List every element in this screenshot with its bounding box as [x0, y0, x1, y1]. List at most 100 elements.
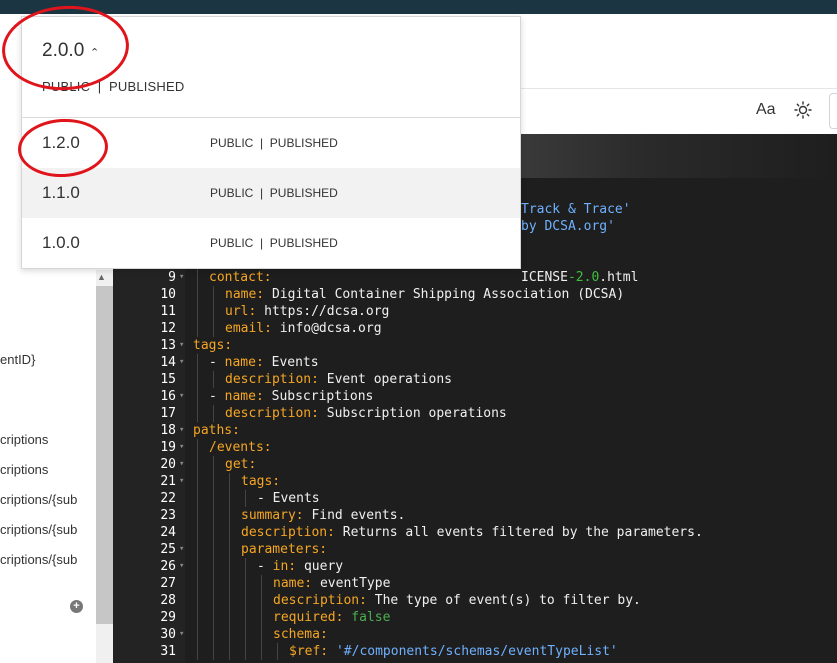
version-option-label: 1.0.0	[42, 233, 80, 252]
version-option-status: PUBLIC | PUBLISHED	[210, 186, 338, 200]
code-line[interactable]: 16 ▾ - name: Subscriptions	[113, 388, 837, 405]
fold-arrow-icon[interactable]: ▾	[179, 558, 184, 575]
nav-item[interactable]: entID}	[0, 352, 96, 367]
indent-guide	[197, 609, 198, 626]
fold-arrow-icon[interactable]: ▾	[179, 456, 184, 473]
indent-guide	[197, 592, 198, 609]
fold-arrow-icon[interactable]: ▾	[179, 541, 184, 558]
editor-header-band	[520, 134, 837, 178]
indent-guide	[213, 592, 214, 609]
code-line[interactable]: 28 description: The type of event(s) to f…	[113, 592, 837, 609]
code-line[interactable]: 10 name: Digital Container Shipping Assoc…	[113, 286, 837, 303]
code-line[interactable]: 31 $ref: '#/components/schemas/eventTypeL…	[113, 643, 837, 660]
indent-guide	[245, 558, 246, 575]
code-line[interactable]: 30 ▾ schema:	[113, 626, 837, 643]
code-line[interactable]: 14 ▾ - name: Events	[113, 354, 837, 371]
indent-guide	[213, 320, 214, 337]
line-number: 11	[160, 304, 176, 319]
indent-guide	[197, 354, 198, 371]
indent-guide	[261, 609, 262, 626]
add-icon[interactable]: +	[70, 600, 83, 613]
line-number: 20	[160, 457, 176, 472]
nav-item[interactable]: criptions/{sub	[0, 492, 96, 507]
version-option[interactable]: 1.0.0 PUBLIC | PUBLISHED	[22, 218, 520, 268]
indent-guide	[261, 626, 262, 643]
code-line[interactable]: 22- Events	[113, 490, 837, 507]
code-line[interactable]: 24 description: Returns all events filter…	[113, 524, 837, 541]
code-line[interactable]: 18 ▾ paths:	[113, 422, 837, 439]
code-line[interactable]: 15 description: Event operations	[113, 371, 837, 388]
line-number: 21	[160, 474, 176, 489]
fold-arrow-icon[interactable]: ▾	[179, 439, 184, 456]
left-scrollbar-thumb[interactable]	[96, 286, 113, 624]
indent-guide	[229, 643, 230, 660]
code-line[interactable]: 12 email: info@dcsa.org	[113, 320, 837, 337]
nav-item[interactable]: criptions/{sub	[0, 522, 96, 537]
code-line[interactable]: 26 ▾ - in: query	[113, 558, 837, 575]
indent-guide	[213, 303, 214, 320]
line-number: 31	[160, 644, 176, 659]
code-line[interactable]: 19 ▾/events:	[113, 439, 837, 456]
code-line[interactable]: 9 ▾ contact:	[113, 269, 837, 286]
nav-item[interactable]: criptions/{sub	[0, 552, 96, 567]
fold-arrow-icon[interactable]: ▾	[179, 354, 184, 371]
code-line[interactable]: 21 ▾ tags:	[113, 473, 837, 490]
indent-guide	[197, 269, 198, 286]
line-number: 25	[160, 542, 176, 557]
side-panel-tab[interactable]	[829, 93, 837, 129]
version-option-label: 1.1.0	[42, 183, 80, 202]
indent-guide	[229, 609, 230, 626]
fold-arrow-icon[interactable]: ▾	[179, 269, 184, 286]
code-line[interactable]: 20 ▾ get:	[113, 456, 837, 473]
indent-guide	[229, 626, 230, 643]
line-number: 15	[160, 372, 176, 387]
line-number: 29	[160, 610, 176, 625]
line-number: 19	[160, 440, 176, 455]
indent-guide	[197, 320, 198, 337]
code-line[interactable]: 27 name: eventType	[113, 575, 837, 592]
code-line[interactable]: 13 ▾ tags:	[113, 337, 837, 354]
nav-item[interactable]: criptions	[0, 462, 96, 477]
indent-guide	[197, 405, 198, 422]
indent-guide	[261, 592, 262, 609]
code-line[interactable]: 11 url: https://dcsa.org	[113, 303, 837, 320]
code-line[interactable]: 17 description: Subscription operations	[113, 405, 837, 422]
indent-guide	[197, 371, 198, 388]
indent-guide	[197, 388, 198, 405]
indent-guide	[229, 541, 230, 558]
indent-guide	[229, 473, 230, 490]
indent-guide	[229, 558, 230, 575]
code-line[interactable]: 23 summary: Find events.	[113, 507, 837, 524]
fold-arrow-icon[interactable]: ▾	[179, 422, 184, 439]
indent-guide	[245, 490, 246, 507]
indent-guide	[213, 405, 214, 422]
nav-item[interactable]: criptions	[0, 432, 96, 447]
indent-guide	[213, 473, 214, 490]
indent-guide	[213, 490, 214, 507]
line-number: 24	[160, 525, 176, 540]
indent-guide	[245, 626, 246, 643]
fold-arrow-icon[interactable]: ▾	[179, 388, 184, 405]
line-number: 30	[160, 627, 176, 642]
indent-guide	[229, 524, 230, 541]
indent-guide	[197, 456, 198, 473]
indent-guide	[197, 575, 198, 592]
fold-arrow-icon[interactable]: ▾	[179, 473, 184, 490]
version-option[interactable]: 1.1.0 PUBLIC | PUBLISHED	[22, 168, 520, 218]
version-option-status: PUBLIC | PUBLISHED	[210, 236, 338, 250]
fold-arrow-icon[interactable]: ▾	[179, 337, 184, 354]
scroll-up-icon[interactable]: ▲	[97, 272, 106, 282]
indent-guide	[197, 524, 198, 541]
indent-guide	[213, 524, 214, 541]
indent-guide	[213, 609, 214, 626]
indent-guide	[245, 592, 246, 609]
indent-guide	[245, 575, 246, 592]
line-number: 18	[160, 423, 176, 438]
sun-icon[interactable]	[794, 101, 812, 119]
code-line[interactable]: 29 required: false	[113, 609, 837, 626]
line-number: 13	[160, 338, 176, 353]
indent-guide	[213, 626, 214, 643]
fold-arrow-icon[interactable]: ▾	[179, 626, 184, 643]
font-size-button[interactable]: Aa	[756, 101, 776, 119]
code-line[interactable]: 25 ▾ parameters:	[113, 541, 837, 558]
